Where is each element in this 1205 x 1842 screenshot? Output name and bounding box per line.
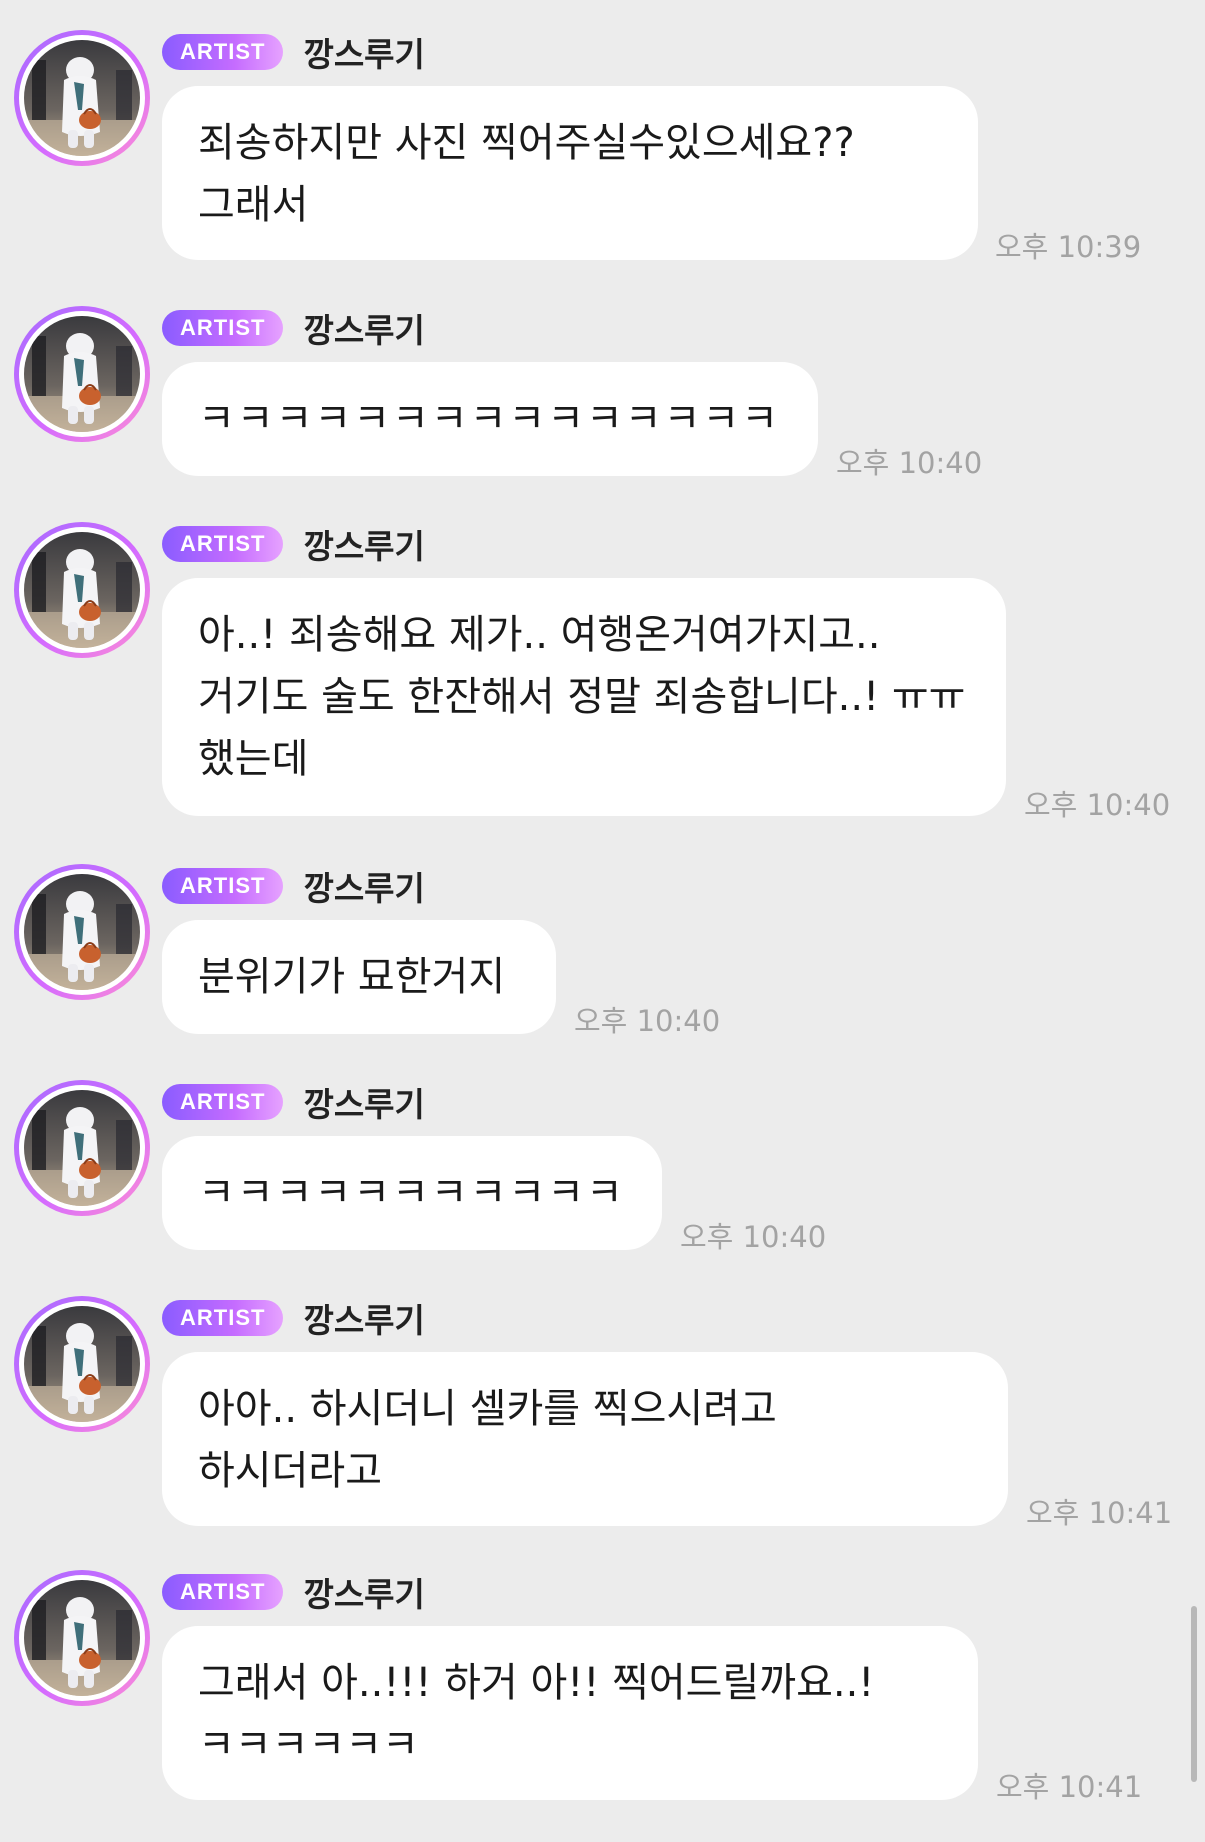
sender-avatar[interactable] xyxy=(14,864,150,1000)
profile-photo-icon xyxy=(24,532,140,648)
avatar-ring xyxy=(19,527,145,653)
chat-thread: ARTIST 깡스루기 죄송하지만 사진 찍어주실수있으세요?? 그래서 오후 … xyxy=(0,0,1205,1842)
message-time: 오후 10:40 xyxy=(574,1004,721,1038)
message-item: ARTIST 깡스루기 아아.. 하시더니 셀카를 찍으시려고 하시더라고 오후… xyxy=(0,1266,1205,1536)
artist-badge: ARTIST xyxy=(162,34,284,70)
message-bubble[interactable]: 죄송하지만 사진 찍어주실수있으세요?? 그래서 xyxy=(162,86,978,260)
sender-name[interactable]: 깡스루기 xyxy=(303,520,424,568)
message-header: ARTIST 깡스루기 xyxy=(162,1298,425,1340)
artist-badge: ARTIST xyxy=(162,1574,284,1610)
message-bubble[interactable]: 그래서 아..!!! 하거 아!! 찍어드릴까요..! ㅋㅋㅋㅋㅋㅋ xyxy=(162,1626,978,1800)
avatar-ring xyxy=(19,311,145,437)
sender-avatar[interactable] xyxy=(14,30,150,166)
artist-badge: ARTIST xyxy=(162,1300,284,1336)
message-item: ARTIST 깡스루기 ㅋㅋㅋㅋㅋㅋㅋㅋㅋㅋㅋ 오후 10:40 xyxy=(0,1050,1205,1266)
message-header: ARTIST 깡스루기 xyxy=(162,32,425,74)
message-header: ARTIST 깡스루기 xyxy=(162,866,425,908)
artist-badge: ARTIST xyxy=(162,310,284,346)
message-item: ARTIST 깡스루기 아..! 죄송해요 제가.. 여행온거여가지고.. 거기… xyxy=(0,492,1205,832)
message-bubble[interactable]: 아아.. 하시더니 셀카를 찍으시려고 하시더라고 xyxy=(162,1352,1008,1526)
sender-avatar[interactable] xyxy=(14,1296,150,1432)
sender-name[interactable]: 깡스루기 xyxy=(303,304,424,352)
profile-photo-icon xyxy=(24,1306,140,1422)
sender-name[interactable]: 깡스루기 xyxy=(303,1568,424,1616)
message-time: 오후 10:41 xyxy=(996,1770,1143,1804)
profile-photo-icon xyxy=(24,1580,140,1696)
avatar-ring xyxy=(19,1085,145,1211)
message-time: 오후 10:40 xyxy=(1024,788,1171,822)
message-time: 오후 10:41 xyxy=(1026,1496,1173,1530)
sender-name[interactable]: 깡스루기 xyxy=(303,1078,424,1126)
sender-avatar[interactable] xyxy=(14,1080,150,1216)
sender-name[interactable]: 깡스루기 xyxy=(303,1294,424,1342)
sender-avatar[interactable] xyxy=(14,306,150,442)
message-bubble[interactable]: 분위기가 묘한거지 xyxy=(162,920,556,1034)
sender-avatar[interactable] xyxy=(14,522,150,658)
message-item: ARTIST 깡스루기 ㅋㅋㅋㅋㅋㅋㅋㅋㅋㅋㅋㅋㅋㅋㅋ 오후 10:40 xyxy=(0,276,1205,492)
avatar-ring xyxy=(19,1301,145,1427)
artist-badge: ARTIST xyxy=(162,1084,284,1120)
profile-photo-icon xyxy=(24,40,140,156)
message-header: ARTIST 깡스루기 xyxy=(162,1572,425,1614)
message-time: 오후 10:39 xyxy=(995,230,1142,264)
message-time: 오후 10:40 xyxy=(680,1220,827,1254)
avatar-ring xyxy=(19,869,145,995)
message-bubble[interactable]: 아..! 죄송해요 제가.. 여행온거여가지고.. 거기도 술도 한잔해서 정말… xyxy=(162,578,1006,816)
profile-photo-icon xyxy=(24,874,140,990)
artist-badge: ARTIST xyxy=(162,868,284,904)
message-header: ARTIST 깡스루기 xyxy=(162,308,425,350)
artist-badge: ARTIST xyxy=(162,526,284,562)
message-item: ARTIST 깡스루기 죄송하지만 사진 찍어주실수있으세요?? 그래서 오후 … xyxy=(0,0,1205,270)
sender-name[interactable]: 깡스루기 xyxy=(303,862,424,910)
message-header: ARTIST 깡스루기 xyxy=(162,1082,425,1124)
scrollbar[interactable] xyxy=(1191,1606,1197,1782)
profile-photo-icon xyxy=(24,1090,140,1206)
message-header: ARTIST 깡스루기 xyxy=(162,524,425,566)
profile-photo-icon xyxy=(24,316,140,432)
avatar-ring xyxy=(19,1575,145,1701)
message-item: ARTIST 깡스루기 분위기가 묘한거지 오후 10:40 xyxy=(0,834,1205,1050)
avatar-ring xyxy=(19,35,145,161)
message-time: 오후 10:40 xyxy=(836,446,983,480)
message-bubble[interactable]: ㅋㅋㅋㅋㅋㅋㅋㅋㅋㅋㅋ xyxy=(162,1136,662,1250)
sender-avatar[interactable] xyxy=(14,1570,150,1706)
sender-name[interactable]: 깡스루기 xyxy=(303,28,424,76)
message-item: ARTIST 깡스루기 그래서 아..!!! 하거 아!! 찍어드릴까요..! … xyxy=(0,1540,1205,1842)
message-bubble[interactable]: ㅋㅋㅋㅋㅋㅋㅋㅋㅋㅋㅋㅋㅋㅋㅋ xyxy=(162,362,818,476)
